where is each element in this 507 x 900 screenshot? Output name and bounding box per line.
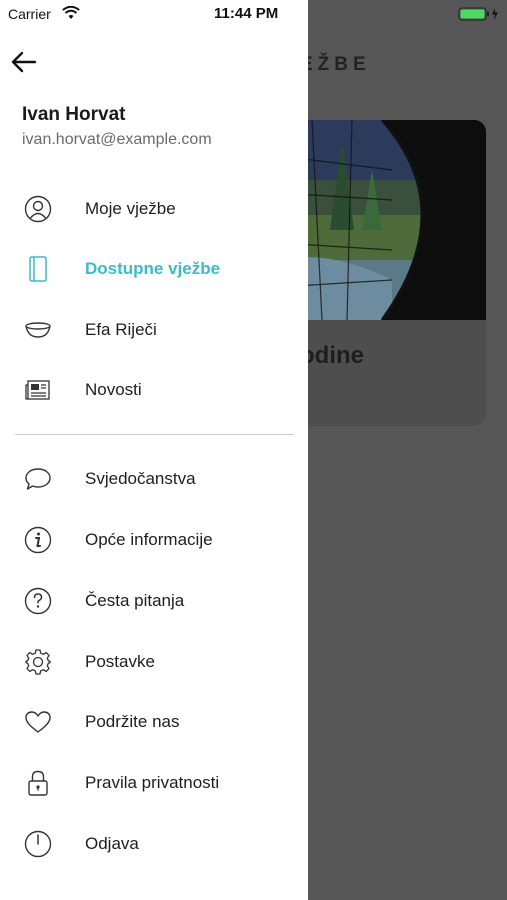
person-icon <box>23 194 53 224</box>
menu-item-dostupne-vjezbe[interactable]: Dostupne vježbe <box>0 244 308 294</box>
menu-item-label: Efa Riječi <box>85 320 157 339</box>
menu-item-cesta-pitanja[interactable]: Česta pitanja <box>0 576 308 626</box>
menu-item-efa-rijeci[interactable]: Efa Riječi <box>0 305 308 355</box>
background-header-title: EŽBE <box>300 54 371 75</box>
bowl-icon <box>23 315 53 345</box>
menu-item-label: Dostupne vježbe <box>85 259 221 278</box>
power-icon <box>23 829 53 859</box>
back-button[interactable] <box>10 50 38 78</box>
menu-item-label: Moje vježbe <box>85 199 176 218</box>
menu-item-label: Opće informacije <box>85 530 213 549</box>
heart-icon <box>23 707 53 737</box>
battery-icon <box>458 7 502 26</box>
newspaper-icon <box>23 375 53 405</box>
menu-item-moje-vjezbe[interactable]: Moje vježbe <box>0 184 308 234</box>
menu-item-postavke[interactable]: Postavke <box>0 637 308 687</box>
notebook-icon <box>23 254 53 284</box>
menu-item-odjava[interactable]: Odjava <box>0 819 308 869</box>
user-name: Ivan Horvat <box>22 104 126 125</box>
speech-bubble-icon <box>23 464 53 494</box>
lock-icon <box>23 768 53 798</box>
question-icon <box>23 586 53 616</box>
user-email: ivan.horvat@example.com <box>22 131 212 148</box>
menu-item-podrzite-nas[interactable]: Podržite nas <box>0 697 308 747</box>
menu-item-novosti[interactable]: Novosti <box>0 365 308 415</box>
menu-item-label: Odjava <box>85 834 139 853</box>
arrow-left-icon <box>11 51 37 78</box>
menu-item-label: Podržite nas <box>85 712 180 731</box>
background-card-title: odine <box>300 342 364 369</box>
status-bar: Carrier 11:44 PM <box>0 0 507 28</box>
menu-item-label: Postavke <box>85 652 155 671</box>
menu-item-pravila-privatnosti[interactable]: Pravila privatnosti <box>0 758 308 808</box>
navigation-drawer: Ivan Horvat ivan.horvat@example.com Moje… <box>0 0 308 900</box>
menu-item-label: Pravila privatnosti <box>85 773 220 792</box>
menu-item-svjedocanstva[interactable]: Svjedočanstva <box>0 454 308 504</box>
clock: 11:44 PM <box>214 5 279 22</box>
wifi-icon <box>62 5 80 25</box>
menu-item-label: Česta pitanja <box>85 591 185 610</box>
menu-item-label: Novosti <box>85 380 142 399</box>
carrier-label: Carrier <box>8 6 51 22</box>
menu-divider <box>15 434 294 435</box>
gear-icon <box>23 647 53 677</box>
menu-item-opce-informacije[interactable]: Opće informacije <box>0 515 308 565</box>
info-icon <box>23 525 53 555</box>
menu-item-label: Svjedočanstva <box>85 469 196 488</box>
